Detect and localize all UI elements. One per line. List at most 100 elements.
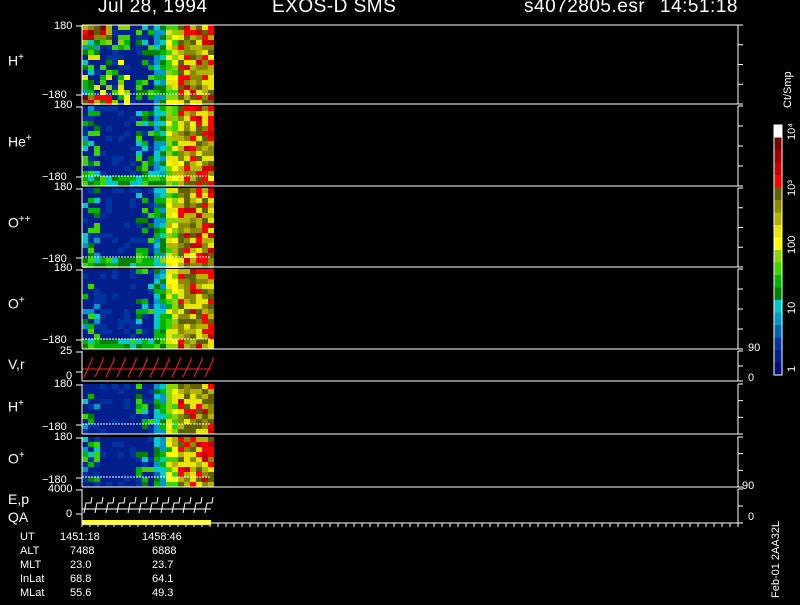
spectrogram-cell xyxy=(202,394,208,399)
spectrogram-cell xyxy=(184,424,190,429)
spectrogram-cell xyxy=(82,452,88,457)
spectrogram-cell xyxy=(172,131,178,136)
spectrogram-cell xyxy=(142,166,148,171)
spectrogram-cell xyxy=(208,467,214,472)
spectrogram-cell xyxy=(100,40,106,45)
spectrogram-cell xyxy=(160,279,166,284)
spectrogram-cell xyxy=(172,269,178,274)
spectrogram-cell xyxy=(88,156,94,161)
spectrogram-cell xyxy=(136,344,142,349)
spectrogram-cell xyxy=(106,213,112,218)
spectrogram-cell xyxy=(202,477,208,482)
spectrogram-cell xyxy=(154,344,160,349)
spectrogram-cell xyxy=(88,80,94,85)
spectrogram-cell xyxy=(178,25,184,30)
spectrogram-cell xyxy=(208,457,214,462)
spectrogram-cell xyxy=(112,121,118,126)
spectrogram-cell xyxy=(124,437,130,442)
spectrogram-cell xyxy=(148,40,154,45)
spectrogram-cell xyxy=(184,384,190,389)
spectrogram-cell xyxy=(160,126,166,131)
spectrogram-cell xyxy=(112,85,118,90)
spectrogram-cell xyxy=(100,35,106,40)
spectrogram-cell xyxy=(142,80,148,85)
spectrogram-cell xyxy=(106,339,112,344)
spectrogram-cell xyxy=(148,193,154,198)
spectrogram-cell xyxy=(88,437,94,442)
spectrogram-cell xyxy=(160,40,166,45)
spectrogram-cell xyxy=(94,452,100,457)
spectrogram-cell xyxy=(190,218,196,223)
spectrogram-cell xyxy=(202,75,208,80)
spectrogram-cell xyxy=(190,384,196,389)
spectrogram-cell xyxy=(88,289,94,294)
spectrogram-cell xyxy=(208,50,214,55)
spectrogram-cell xyxy=(178,213,184,218)
spectrogram-cell xyxy=(196,429,202,434)
spectrogram-cell xyxy=(166,35,172,40)
spectrogram-cell xyxy=(190,95,196,100)
spectrogram-cell xyxy=(160,304,166,309)
spectrogram-cell xyxy=(160,289,166,294)
spectrogram-cell xyxy=(178,394,184,399)
spectrogram-cell xyxy=(118,188,124,193)
ytick-top: 25 xyxy=(60,345,73,357)
panel-label-o-plusplus: O++ xyxy=(8,214,31,231)
spectrogram-cell xyxy=(130,238,136,243)
spectrogram-cell xyxy=(82,116,88,121)
spectrogram-cell xyxy=(130,176,136,181)
spectrogram-cell xyxy=(190,452,196,457)
spectrogram-cell xyxy=(118,116,124,121)
spectrogram-cell xyxy=(208,203,214,208)
spectrogram-cell xyxy=(94,65,100,70)
spectrogram-cell xyxy=(112,248,118,253)
spectrogram-cell xyxy=(94,419,100,424)
spectrogram-cell xyxy=(112,35,118,40)
spectrogram-cell xyxy=(196,131,202,136)
spectrogram-cell xyxy=(208,213,214,218)
spectrogram-cell xyxy=(196,171,202,176)
spectrogram-cell xyxy=(118,269,124,274)
spectrogram-cell xyxy=(100,309,106,314)
spectrogram-cell xyxy=(190,131,196,136)
spectrogram-cell xyxy=(184,45,190,50)
spectrogram-cell xyxy=(160,248,166,253)
spectrogram-cell xyxy=(100,299,106,304)
spectrogram-cell xyxy=(100,467,106,472)
spectrogram-cell xyxy=(196,151,202,156)
spectrogram-cell xyxy=(208,228,214,233)
spectrogram-cell xyxy=(124,208,130,213)
spectrogram-cell xyxy=(148,294,154,299)
spectrogram-cell xyxy=(208,414,214,419)
spectrogram-cell xyxy=(208,116,214,121)
spectrogram-cell xyxy=(136,429,142,434)
spectrogram-cell xyxy=(208,151,214,156)
spectrogram-cell xyxy=(208,193,214,198)
spectrogram-cell xyxy=(118,409,124,414)
spectrogram-cell xyxy=(166,40,172,45)
spectrogram-cell xyxy=(178,35,184,40)
spectrogram-cell xyxy=(124,35,130,40)
spectrogram-cell xyxy=(208,334,214,339)
spectrogram-cell xyxy=(112,429,118,434)
spectrogram-cell xyxy=(202,218,208,223)
spectrogram-cell xyxy=(118,477,124,482)
spectrogram-cell xyxy=(130,442,136,447)
spectrogram-cell xyxy=(130,429,136,434)
spectrogram-cell xyxy=(208,429,214,434)
spectrogram-cell xyxy=(100,324,106,329)
spectrogram-cell xyxy=(112,161,118,166)
spectrogram-cell xyxy=(196,181,202,186)
spectrogram-cell xyxy=(130,193,136,198)
spectrogram-cell xyxy=(142,299,148,304)
spectrogram-cell xyxy=(160,60,166,65)
spectrogram-cell xyxy=(172,447,178,452)
spectrogram-cell xyxy=(178,171,184,176)
spectrogram-cell xyxy=(124,131,130,136)
spectrogram-cell xyxy=(172,442,178,447)
spectrogram-cell xyxy=(184,233,190,238)
spectrogram-cell xyxy=(178,309,184,314)
spectrogram-cell xyxy=(118,324,124,329)
spectrogram-cell xyxy=(202,35,208,40)
spectrogram-cell xyxy=(124,334,130,339)
